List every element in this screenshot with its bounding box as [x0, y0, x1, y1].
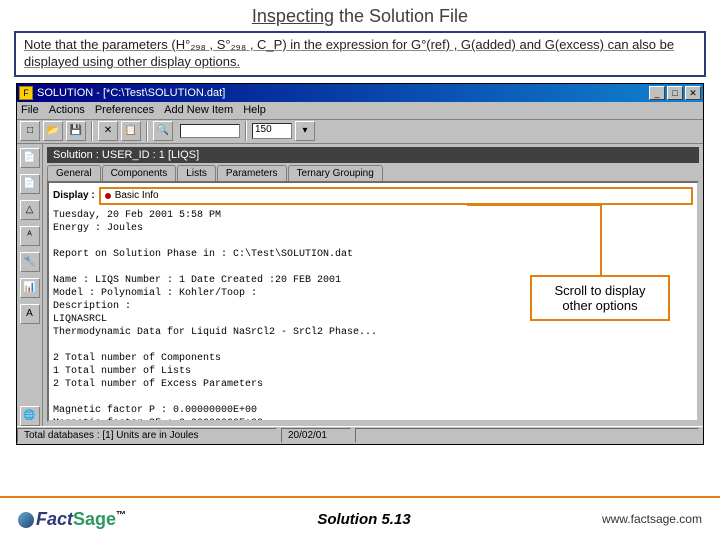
zoom-field[interactable]: 150 [252, 123, 292, 139]
callout-box: Scroll to display other options [530, 275, 670, 321]
line: Energy : Joules [53, 222, 693, 235]
line: 2 Total number of Excess Parameters [53, 378, 693, 391]
side-a-icon[interactable]: A [20, 304, 40, 324]
menu-add-new-item[interactable]: Add New Item [164, 104, 233, 116]
display-label: Display : [53, 189, 95, 202]
side-doc1-icon[interactable]: 📄 [20, 148, 40, 168]
note-box: Note that the parameters (H°₂₉₈ , S°₂₉₈ … [14, 31, 706, 77]
tab-ternary[interactable]: Ternary Grouping [288, 165, 383, 181]
footer-url: www.factsage.com [602, 512, 702, 526]
side-chart-icon[interactable]: 📊 [20, 278, 40, 298]
display-dropdown[interactable]: Basic Info [99, 187, 693, 205]
progress-bar [180, 124, 240, 138]
logo: FactSage™ [18, 509, 126, 530]
status-date: 20/02/01 [281, 428, 351, 443]
footer-center: Solution 5.13 [317, 511, 410, 528]
side-tool-icon[interactable]: 🔧 [20, 252, 40, 272]
globe-icon [18, 512, 34, 528]
titlebar: F SOLUTION - [*C:\Test\SOLUTION.dat] _ □… [17, 84, 703, 102]
line [53, 391, 693, 404]
zoom-dropdown-icon[interactable]: ▾ [295, 121, 315, 141]
line: Tuesday, 20 Feb 2001 5:58 PM [53, 209, 693, 222]
new-icon[interactable]: □ [20, 121, 40, 141]
menu-help[interactable]: Help [243, 104, 266, 116]
menu-file[interactable]: File [21, 104, 39, 116]
close-button[interactable]: ✕ [685, 86, 701, 100]
status-spacer [355, 428, 699, 443]
line: Magnetic factor SF : 0.00000000E+00 [53, 417, 693, 422]
callout-connector-v [600, 204, 602, 278]
menu-preferences[interactable]: Preferences [95, 104, 154, 116]
copy-icon[interactable]: 📋 [121, 121, 141, 141]
open-icon[interactable]: 📂 [43, 121, 63, 141]
minimize-button[interactable]: _ [649, 86, 665, 100]
menu-actions[interactable]: Actions [49, 104, 85, 116]
save-icon[interactable]: 💾 [66, 121, 86, 141]
side-globe-icon[interactable]: 🌐 [20, 406, 40, 426]
menubar: File Actions Preferences Add New Item He… [17, 102, 703, 120]
statusbar: Total databases : [1] Units are in Joule… [17, 426, 703, 444]
line: 1 Total number of Lists [53, 365, 693, 378]
delete-icon[interactable]: ✕ [98, 121, 118, 141]
line [53, 235, 693, 248]
solution-banner: Solution : USER_ID : 1 [LIQS] [47, 147, 699, 163]
line [53, 339, 693, 352]
window-title: SOLUTION - [*C:\Test\SOLUTION.dat] [37, 87, 225, 99]
side-doc2-icon[interactable]: 📄 [20, 174, 40, 194]
tab-parameters[interactable]: Parameters [217, 165, 287, 181]
sidebar: 📄 📄 △ ᴬ 🔧 📊 A 🌐 [17, 144, 43, 426]
line: Magnetic factor P : 0.00000000E+00 [53, 404, 693, 417]
app-icon: F [19, 86, 33, 100]
side-triangle-icon[interactable]: △ [20, 200, 40, 220]
slide-title: Inspecting the Solution File [0, 0, 720, 31]
tab-lists[interactable]: Lists [177, 165, 216, 181]
toolbar: □ 📂 💾 ✕ 📋 🔍 150 ▾ [17, 120, 703, 144]
tab-components[interactable]: Components [102, 165, 177, 181]
line: Report on Solution Phase in : C:\Test\SO… [53, 248, 693, 261]
line: Thermodynamic Data for Liquid NaSrCl2 - … [53, 326, 693, 339]
status-left: Total databases : [1] Units are in Joule… [17, 428, 277, 443]
display-value: Basic Info [115, 189, 159, 202]
find-icon[interactable]: 🔍 [153, 121, 173, 141]
footer: FactSage™ Solution 5.13 www.factsage.com [0, 496, 720, 540]
line: 2 Total number of Components [53, 352, 693, 365]
side-letter-icon[interactable]: ᴬ [20, 226, 40, 246]
maximize-button[interactable]: □ [667, 86, 683, 100]
tab-row: General Components Lists Parameters Tern… [43, 165, 703, 181]
tab-general[interactable]: General [47, 165, 101, 181]
callout-connector [467, 204, 602, 206]
line [53, 261, 693, 274]
bullet-icon [105, 193, 111, 199]
